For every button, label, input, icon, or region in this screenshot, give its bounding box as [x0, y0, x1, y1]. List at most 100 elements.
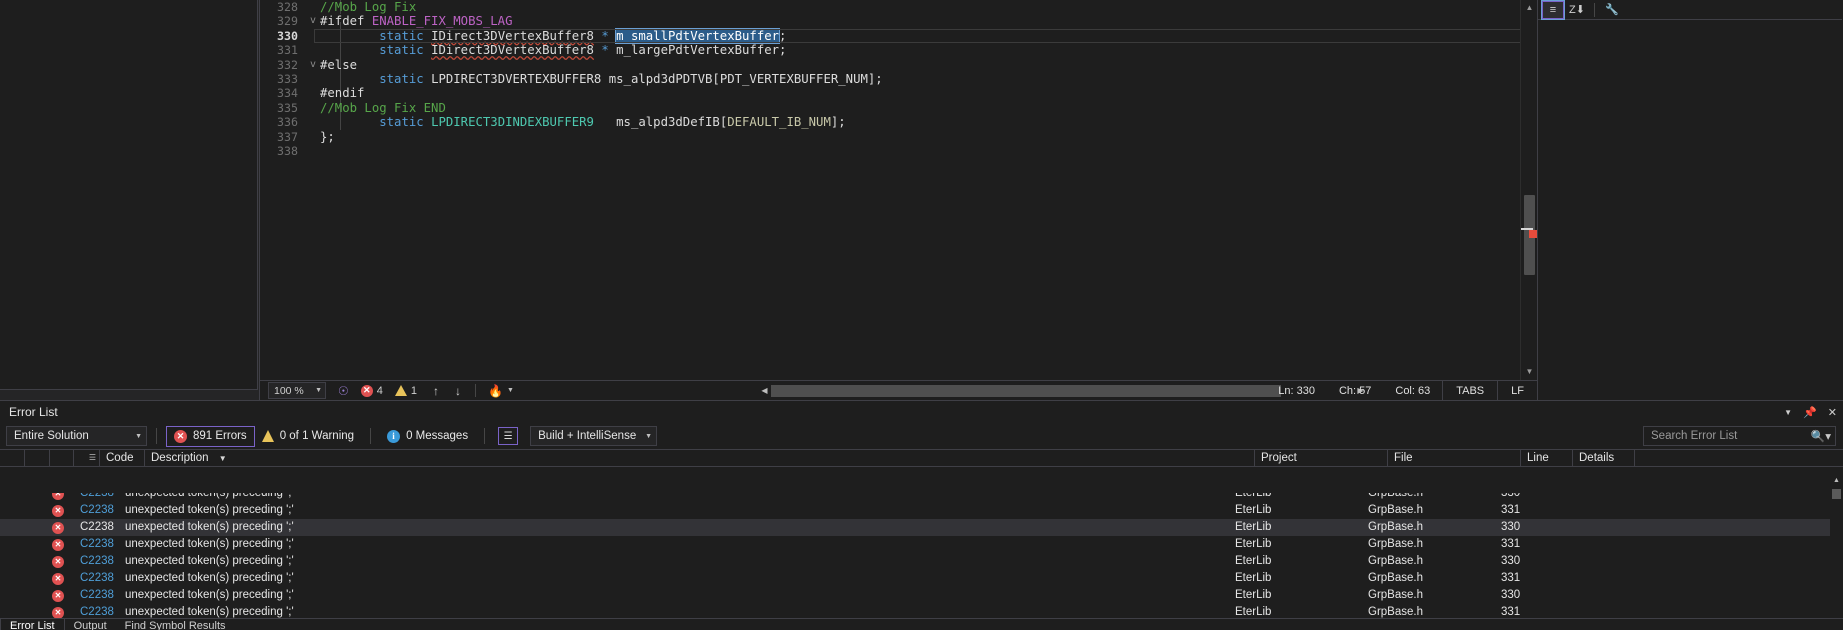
code-line[interactable]: 337 }; — [260, 130, 1537, 144]
errors-filter-button[interactable]: ✕ 891 Errors — [166, 425, 255, 447]
row-code[interactable]: C2238 — [74, 570, 119, 587]
code-line[interactable]: 329 v #ifdef ENABLE_FIX_MOBS_LAG — [260, 14, 1537, 28]
row-code[interactable]: C2238 — [74, 587, 119, 604]
filter-list-icon[interactable]: ☰ — [498, 427, 519, 445]
chevron-down-icon[interactable]: ▼ — [135, 433, 142, 440]
grid-col-spacer-3[interactable] — [50, 449, 74, 467]
table-row[interactable]: ✕ C2238 unexpected token(s) preceding ';… — [0, 536, 1843, 553]
sort-descending-icon[interactable]: ▼ — [219, 454, 227, 463]
grid-col-file[interactable]: File — [1388, 449, 1521, 467]
line-indicator[interactable]: Ln: 330 — [1266, 381, 1327, 401]
column-indicator[interactable]: Col: 63 — [1383, 381, 1442, 401]
preprocessor-directive: #ifdef — [320, 14, 365, 29]
grid-col-spacer-2[interactable] — [25, 449, 50, 467]
code-line[interactable]: 335 //Mob Log Fix END — [260, 101, 1537, 115]
table-row[interactable]: ✕ C2238 unexpected token(s) preceding ';… — [0, 493, 1843, 502]
code-line[interactable]: 334 #endif — [260, 86, 1537, 100]
left-tool-pane[interactable] — [0, 0, 260, 400]
grid-col-project[interactable]: Project — [1255, 449, 1388, 467]
grid-col-description[interactable]: Description ▼ — [145, 449, 1255, 467]
grid-col-severity-icon[interactable]: ☰ — [74, 449, 100, 467]
table-row[interactable]: ✕ C2238 unexpected token(s) preceding ';… — [0, 570, 1843, 587]
grid-col-details[interactable]: Details — [1573, 449, 1635, 467]
wrench-icon[interactable]: 🔧 — [1601, 1, 1623, 19]
error-grid-body[interactable]: ✕ C2238 unexpected token(s) preceding ';… — [0, 493, 1843, 618]
code-editor-pane[interactable]: 328 //Mob Log Fix 329 v #ifdef ENABLE_FI… — [260, 0, 1538, 401]
editor-error-count[interactable]: ✕ 4 — [360, 384, 383, 397]
table-row[interactable]: ✕ C2238 unexpected token(s) preceding ';… — [0, 587, 1843, 604]
row-file: GrpBase.h — [1368, 555, 1423, 567]
scroll-left-arrow[interactable]: ◀ — [758, 386, 771, 395]
error-icon: ✕ — [52, 504, 64, 517]
prev-issue-arrow-icon[interactable]: ↑ — [433, 384, 439, 398]
next-issue-arrow-icon[interactable]: ↓ — [455, 384, 461, 398]
table-row-selected[interactable]: ✕ C2238 unexpected token(s) preceding ';… — [0, 519, 1843, 536]
grid-col-spacer-1[interactable] — [0, 449, 25, 467]
tab-output[interactable]: Output — [65, 619, 116, 630]
row-code[interactable]: C2238 — [74, 493, 119, 502]
row-code[interactable]: C2238 — [74, 536, 119, 553]
editor-warning-count[interactable]: 1 — [394, 384, 418, 397]
left-tool-pane-surface[interactable] — [0, 0, 258, 390]
selected-identifier[interactable]: m_smallPdtVertexBuffer — [615, 27, 781, 44]
char-indicator[interactable]: Ch: 57 — [1327, 381, 1383, 401]
tab-error-list[interactable]: Error List — [0, 619, 65, 630]
table-row[interactable]: ✕ C2238 unexpected token(s) preceding ';… — [0, 604, 1843, 618]
line-ending-indicator[interactable]: LF — [1497, 381, 1537, 401]
tab-find-symbol-results[interactable]: Find Symbol Results — [116, 619, 235, 630]
editor-vertical-scrollbar[interactable]: ▲ ▼ — [1520, 0, 1537, 380]
chevron-down-icon[interactable]: ▼ — [315, 387, 322, 394]
code-editor-surface[interactable]: 328 //Mob Log Fix 329 v #ifdef ENABLE_FI… — [260, 0, 1537, 380]
scroll-up-arrow[interactable]: ▲ — [1521, 0, 1537, 16]
close-icon[interactable]: ✕ — [1828, 406, 1837, 419]
grid-col-code[interactable]: Code — [100, 449, 145, 467]
table-row[interactable]: ✕ C2238 unexpected token(s) preceding ';… — [0, 553, 1843, 570]
editor-warning-count-value: 1 — [410, 384, 418, 397]
row-code[interactable]: C2238 — [74, 502, 119, 519]
row-code[interactable]: C2238 — [74, 604, 119, 618]
line-number-current: 330 — [277, 28, 298, 43]
properties-icon[interactable]: ≡ — [1541, 0, 1565, 20]
code-line[interactable]: 331 static IDirect3DVertexBuffer8 * m_la… — [260, 43, 1537, 57]
sort-az-icon[interactable]: Z⬇ — [1566, 1, 1588, 19]
code-line[interactable]: 338 — [260, 144, 1537, 158]
search-icon[interactable]: 🔍▾ — [1811, 429, 1831, 443]
zoom-level-selector[interactable]: 100 % ▼ — [268, 382, 326, 399]
solution-scope-dropdown[interactable]: Entire Solution ▼ — [6, 426, 147, 446]
code-line-current[interactable]: 330 static IDirect3DVertexBuffer8 * m_sm… — [260, 27, 1537, 44]
warnings-filter-button[interactable]: 0 of 1 Warning — [255, 426, 361, 447]
error-list-vertical-scrollbar[interactable]: ▲ — [1830, 475, 1843, 618]
fold-collapse-icon[interactable]: v — [306, 58, 320, 72]
scroll-up-arrow[interactable]: ▲ — [1830, 475, 1843, 486]
error-marker[interactable] — [1529, 230, 1537, 238]
code-line[interactable]: 328 //Mob Log Fix — [260, 0, 1537, 14]
build-filter-dropdown[interactable]: Build + IntelliSense ▼ — [530, 426, 658, 446]
row-code[interactable]: C2238 — [74, 553, 119, 570]
fold-collapse-icon[interactable]: v — [306, 14, 320, 28]
chevron-down-icon[interactable]: ▼ — [645, 433, 652, 440]
code-cleanup-broom-icon[interactable]: 🔥 — [488, 384, 503, 398]
chevron-down-icon[interactable]: ▼ — [1784, 408, 1792, 417]
cleanup-chevron-down-icon[interactable]: ▼ — [507, 387, 514, 394]
code-line[interactable]: 332 v #else — [260, 58, 1537, 72]
error-list-header: Error List ▼ 📌 ✕ — [0, 401, 1843, 423]
scrollbar-thumb[interactable] — [1832, 489, 1841, 499]
bracket-open: [ — [712, 71, 720, 86]
search-error-list-input[interactable]: Search Error List 🔍▾ — [1643, 426, 1836, 446]
code-text[interactable]: 328 //Mob Log Fix 329 v #ifdef ENABLE_FI… — [260, 0, 1537, 380]
row-file: GrpBase.h — [1368, 521, 1423, 533]
code-line[interactable]: 333 static LPDIRECT3DVERTEXBUFFER8 ms_al… — [260, 72, 1537, 86]
grid-col-line[interactable]: Line — [1521, 449, 1573, 467]
solution-explorer-body[interactable] — [1538, 21, 1842, 400]
pin-icon[interactable]: 📌 — [1803, 406, 1817, 419]
code-line[interactable]: 336 static LPDIRECT3DINDEXBUFFER9 ms_alp… — [260, 115, 1537, 129]
indentation-mode-indicator[interactable]: TABS — [1442, 381, 1497, 401]
solution-explorer-scrollbar[interactable] — [1811, 21, 1825, 380]
messages-filter-button[interactable]: i 0 Messages — [380, 426, 475, 447]
intellisense-icon[interactable]: ☉ — [338, 384, 349, 398]
row-code[interactable]: C2238 — [74, 519, 119, 536]
table-row[interactable]: ✕ C2238 unexpected token(s) preceding ';… — [0, 502, 1843, 519]
solution-explorer-pane[interactable]: ≡ Z⬇ 🔧 — [1538, 0, 1842, 400]
hscroll-thumb[interactable] — [771, 384, 1281, 397]
scroll-down-arrow[interactable]: ▼ — [1521, 364, 1537, 380]
